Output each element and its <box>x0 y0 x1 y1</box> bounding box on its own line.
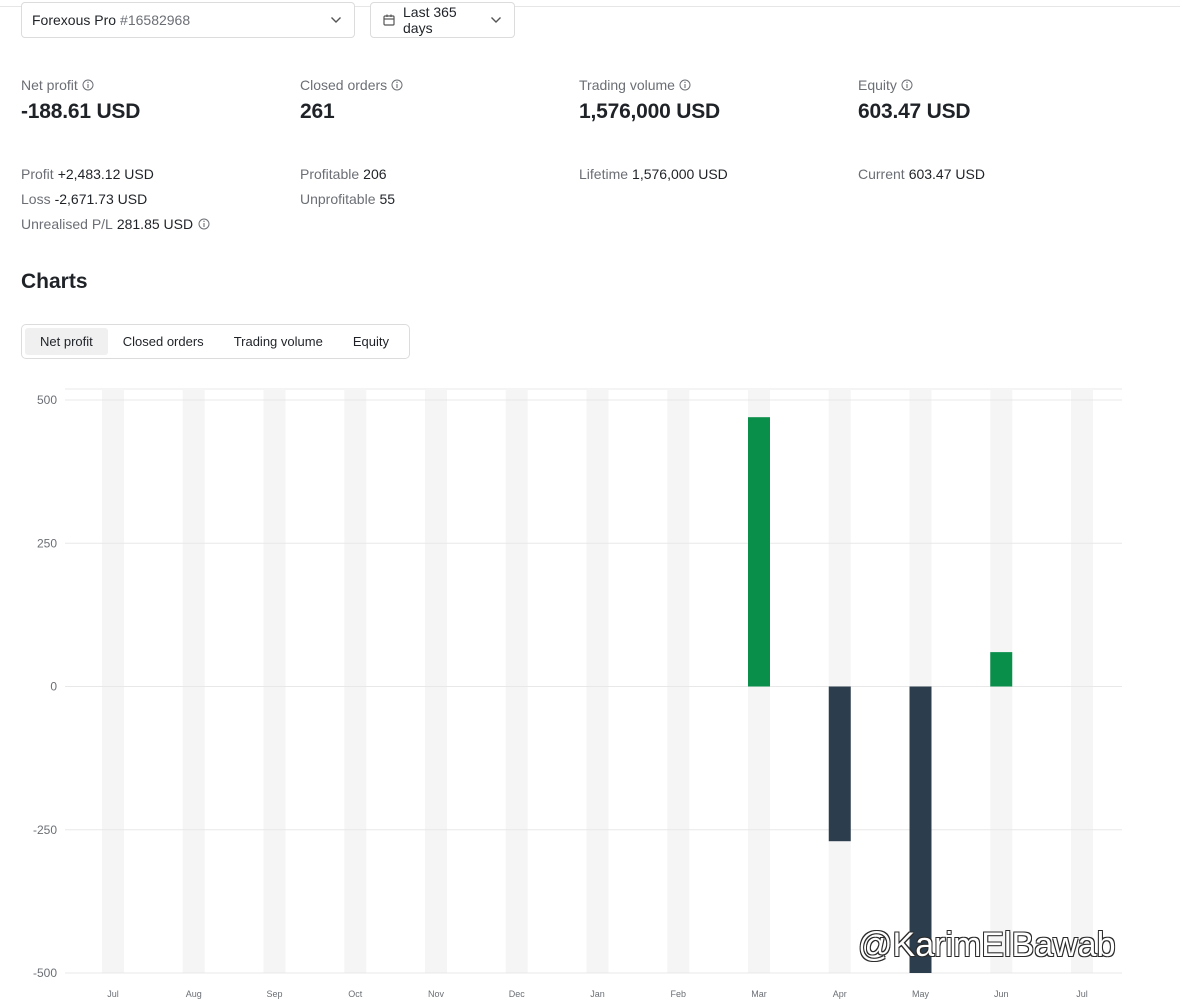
detail-value: 281.85 USD <box>116 216 194 232</box>
detail-label: Unrealised P/L <box>21 216 113 232</box>
x-tick-label: May <box>912 989 930 999</box>
y-tick-label: 500 <box>37 393 57 407</box>
info-icon[interactable] <box>391 79 403 91</box>
detail-unrealised: Unrealised P/L 281.85 USD <box>21 216 210 232</box>
category-band <box>425 389 447 973</box>
charts-title: Charts <box>21 270 88 293</box>
detail-label: Lifetime <box>579 166 629 182</box>
stat-value: 261 <box>300 100 335 123</box>
detail-value: 603.47 USD <box>908 166 985 182</box>
watermark: @KarimElBawab <box>858 926 1116 964</box>
x-tick-label: Oct <box>348 989 363 999</box>
stat-closed-orders: Closed orders 261 <box>300 76 403 124</box>
detail-loss: Loss -2,671.73 USD <box>21 191 147 207</box>
detail-label: Profitable <box>300 166 360 182</box>
x-tick-label: Jun <box>994 989 1009 999</box>
detail-value: -2,671.73 USD <box>54 191 148 207</box>
category-band <box>263 389 286 973</box>
y-tick-label: 250 <box>37 536 57 550</box>
detail-value: 1,576,000 USD <box>632 166 728 182</box>
net-profit-chart: 500 250 0 -250 -500 Jul Aug Sep Oct Nov Dec Jan Feb M… <box>33 388 1122 999</box>
category-band <box>102 389 124 973</box>
stat-label: Closed orders <box>300 77 388 93</box>
stat-label: Trading volume <box>579 77 675 93</box>
account-name: Forexous Pro <box>32 12 117 28</box>
detail-lifetime: Lifetime 1,576,000 USD <box>579 166 728 182</box>
detail-profitable: Profitable 206 <box>300 166 387 182</box>
detail-label: Current <box>858 166 905 182</box>
detail-label: Profit <box>21 166 54 182</box>
stat-equity: Equity 603.47 USD <box>858 76 971 124</box>
y-tick-label: -500 <box>33 966 57 980</box>
chevron-down-icon <box>490 16 502 24</box>
stat-trading-volume: Trading volume 1,576,000 USD <box>579 76 720 124</box>
y-tick-label: 0 <box>50 680 57 694</box>
chart-tabs: Net profit Closed orders Trading volume … <box>21 324 410 359</box>
stat-value: 1,576,000 USD <box>579 100 720 123</box>
tab-closed-orders[interactable]: Closed orders <box>108 328 219 355</box>
info-icon[interactable] <box>901 79 913 91</box>
category-band <box>182 389 205 973</box>
category-band <box>586 389 609 973</box>
category-band <box>828 389 851 973</box>
detail-value: 206 <box>363 166 387 182</box>
chevron-down-icon <box>330 16 342 24</box>
tab-trading-volume[interactable]: Trading volume <box>219 328 338 355</box>
account-select[interactable]: Forexous Pro #16582968 <box>21 2 355 38</box>
detail-value: 55 <box>379 191 396 207</box>
x-tick-label: Jul <box>1076 989 1088 999</box>
stat-net-profit: Net profit -188.61 USD <box>21 76 140 124</box>
detail-label: Loss <box>21 191 51 207</box>
detail-profit: Profit +2,483.12 USD <box>21 166 154 182</box>
period-label: Last 365 days <box>403 4 457 36</box>
tab-net-profit[interactable]: Net profit <box>25 328 108 355</box>
tab-equity[interactable]: Equity <box>338 328 404 355</box>
detail-unprofitable: Unprofitable 55 <box>300 191 395 207</box>
bar <box>828 686 851 842</box>
info-icon[interactable] <box>82 79 94 91</box>
account-id: #16582968 <box>120 12 191 28</box>
x-tick-label: Mar <box>751 989 767 999</box>
x-tick-label: Nov <box>428 989 445 999</box>
info-icon[interactable] <box>198 218 210 230</box>
x-tick-label: Aug <box>186 989 202 999</box>
detail-label: Unprofitable <box>300 191 376 207</box>
info-icon[interactable] <box>679 79 691 91</box>
x-tick-label: Apr <box>833 989 847 999</box>
category-band <box>667 389 690 973</box>
x-tick-label: Dec <box>509 989 526 999</box>
detail-current: Current 603.47 USD <box>858 166 985 182</box>
x-tick-label: Feb <box>670 989 686 999</box>
category-band <box>505 389 528 973</box>
category-band <box>1071 389 1093 973</box>
x-tick-label: Jul <box>107 989 119 999</box>
stat-value: 603.47 USD <box>858 100 971 123</box>
stat-label: Net profit <box>21 77 78 93</box>
detail-value: +2,483.12 USD <box>57 166 154 182</box>
x-tick-label: Sep <box>266 989 282 999</box>
calendar-icon <box>383 14 395 26</box>
stat-label: Equity <box>858 77 897 93</box>
period-select[interactable]: Last 365 days <box>370 2 515 38</box>
stat-value: -188.61 USD <box>21 100 141 123</box>
category-band <box>344 389 367 973</box>
bar <box>748 417 770 687</box>
bar <box>990 652 1013 687</box>
y-tick-label: -250 <box>33 823 57 837</box>
x-tick-label: Jan <box>590 989 605 999</box>
